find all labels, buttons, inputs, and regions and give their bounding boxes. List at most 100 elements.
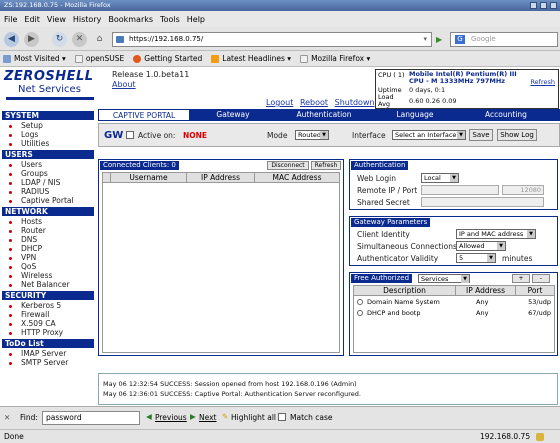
bookmark-most-visited[interactable]: Most Visited ▾ (3, 54, 66, 63)
col-port[interactable]: Port (516, 286, 554, 296)
sidebar-item-imap[interactable]: IMAP Server (9, 349, 66, 358)
tab-authentication[interactable]: Authentication (276, 109, 372, 121)
menu-bookmarks[interactable]: Bookmarks (108, 15, 153, 24)
shared-secret-field[interactable] (421, 197, 544, 207)
tab-captive-portal[interactable]: CAPTIVE PORTAL (98, 109, 190, 121)
go-icon[interactable]: ▶ (436, 35, 442, 44)
menu-file[interactable]: File (4, 15, 17, 24)
sidebar-item-hosts[interactable]: Hosts (9, 217, 42, 226)
home-icon[interactable]: ⌂ (92, 32, 107, 47)
menu-tools[interactable]: Tools (160, 15, 180, 24)
bookmark-mozilla-firefox[interactable]: Mozilla Firefox ▾ (300, 54, 370, 63)
remote-ip-port-label: Remote IP / Port (357, 186, 418, 195)
log-line: May 06 12:32:54 SUCCESS: Session opened … (103, 380, 357, 388)
reboot-link[interactable]: Reboot (300, 98, 328, 107)
table-row[interactable]: DHCP and bootp Any 67/udp (354, 308, 554, 318)
menu-help[interactable]: Help (187, 15, 205, 24)
sidebar-item-radius[interactable]: RADIUS (9, 187, 49, 196)
match-case-checkbox[interactable] (278, 413, 286, 421)
sidebar-item-x509-ca[interactable]: X.509 CA (9, 319, 56, 328)
minimize-button[interactable] (530, 2, 537, 9)
remote-port-field[interactable]: 12080 (502, 185, 544, 195)
bookmark-latest-headlines[interactable]: Latest Headlines ▾ (211, 54, 291, 63)
next-icon[interactable]: ▶ (190, 412, 196, 421)
mode-select[interactable]: Routed ▼ (295, 130, 329, 140)
show-log-button[interactable]: Show Log (497, 129, 537, 141)
logout-link[interactable]: Logout (266, 98, 293, 107)
highlight-all-button[interactable]: Highlight all (231, 413, 276, 422)
sidebar-item-router[interactable]: Router (9, 226, 46, 235)
url-bar[interactable]: https://192.168.0.75/ ▾ (112, 32, 432, 47)
sidebar-item-users[interactable]: Users (9, 160, 42, 169)
close-button[interactable] (550, 2, 557, 9)
menu-edit[interactable]: Edit (24, 15, 40, 24)
web-login-select[interactable]: Local ▼ (421, 173, 459, 183)
status-host: 192.168.0.75 (480, 432, 531, 441)
stop-icon[interactable]: ✕ (72, 32, 87, 47)
search-input[interactable]: G Google (450, 32, 558, 47)
maximize-button[interactable] (540, 2, 547, 9)
refresh-link[interactable]: Refresh (530, 78, 555, 86)
free-authorized-table: Description IP Address Port Domain Name … (353, 285, 555, 353)
sidebar-item-captive-portal[interactable]: Captive Portal (9, 196, 74, 205)
sidebar-item-ldap[interactable]: LDAP / NIS (9, 178, 60, 187)
table-row[interactable]: Domain Name System Any 53/udp (354, 297, 554, 307)
tab-accounting[interactable]: Accounting (458, 109, 554, 121)
sidebar-item-http-proxy[interactable]: HTTP Proxy (9, 328, 63, 337)
log-box: May 06 12:32:54 SUCCESS: Session opened … (98, 373, 558, 405)
sidebar-item-kerberos[interactable]: Kerberos 5 (9, 301, 61, 310)
simultaneous-connections-select[interactable]: Allowed ▼ (456, 241, 506, 251)
sidebar-item-dns[interactable]: DNS (9, 235, 37, 244)
previous-icon[interactable]: ◀ (146, 412, 152, 421)
col-description[interactable]: Description (354, 286, 456, 296)
sidebar-item-qos[interactable]: QoS (9, 262, 36, 271)
disconnect-button[interactable]: Disconnect (267, 161, 309, 170)
sidebar-item-utilities[interactable]: Utilities (9, 139, 49, 148)
menu-view[interactable]: View (47, 15, 66, 24)
refresh-button[interactable]: Refresh (311, 161, 341, 170)
remove-button[interactable]: - (532, 274, 550, 283)
col-ip-address[interactable]: IP Address (187, 173, 255, 183)
free-authorized-title: Free Authorized (351, 274, 413, 283)
back-icon[interactable]: ◀ (4, 32, 19, 47)
col-username[interactable]: Username (111, 173, 187, 183)
remote-ip-field[interactable] (421, 185, 499, 195)
chevron-down-icon: ▼ (320, 131, 328, 139)
shutdown-link[interactable]: Shutdown (335, 98, 375, 107)
chevron-down-icon: ▼ (457, 131, 465, 139)
col-mac-address[interactable]: MAC Address (255, 173, 339, 183)
active-checkbox[interactable] (126, 131, 134, 139)
save-button[interactable]: Save (469, 129, 493, 141)
sidebar-item-smtp[interactable]: SMTP Server (9, 358, 68, 367)
reload-icon[interactable]: ↻ (52, 32, 67, 47)
previous-button[interactable]: Previous (155, 413, 187, 422)
sidebar-item-dhcp[interactable]: DHCP (9, 244, 42, 253)
close-find-icon[interactable]: ✕ (4, 413, 10, 422)
tab-gateway[interactable]: Gateway (190, 109, 276, 121)
sidebar-item-setup[interactable]: Setup (9, 121, 43, 130)
release-label: Release 1.0.beta11 (112, 70, 190, 79)
services-select[interactable]: Services ▼ (418, 274, 470, 283)
add-button[interactable]: + (512, 274, 530, 283)
interface-select[interactable]: Select an Interface ▼ (392, 130, 466, 140)
col-ip-address[interactable]: IP Address (456, 286, 516, 296)
sidebar-item-net-balancer[interactable]: Net Balancer (9, 280, 70, 289)
radio-button[interactable] (357, 310, 363, 316)
forward-icon[interactable]: ▶ (24, 32, 39, 47)
client-identity-select[interactable]: IP and MAC address ▼ (456, 229, 536, 239)
bookmark-opensuse[interactable]: openSUSE (74, 54, 124, 63)
bookmark-getting-started[interactable]: Getting Started (133, 54, 202, 63)
sidebar-item-wireless[interactable]: Wireless (9, 271, 52, 280)
menu-history[interactable]: History (73, 15, 101, 24)
about-link[interactable]: About (112, 80, 136, 89)
next-button[interactable]: Next (199, 413, 216, 422)
tab-language[interactable]: Language (372, 109, 458, 121)
radio-button[interactable] (357, 299, 363, 305)
sidebar-item-firewall[interactable]: Firewall (9, 310, 49, 319)
sidebar-item-vpn[interactable]: VPN (9, 253, 36, 262)
sidebar-item-logs[interactable]: Logs (9, 130, 38, 139)
find-input[interactable]: password (42, 411, 140, 425)
validity-select[interactable]: 5 ▼ (456, 253, 496, 263)
dropdown-arrow-icon[interactable]: ▾ (423, 33, 427, 46)
sidebar-item-groups[interactable]: Groups (9, 169, 48, 178)
